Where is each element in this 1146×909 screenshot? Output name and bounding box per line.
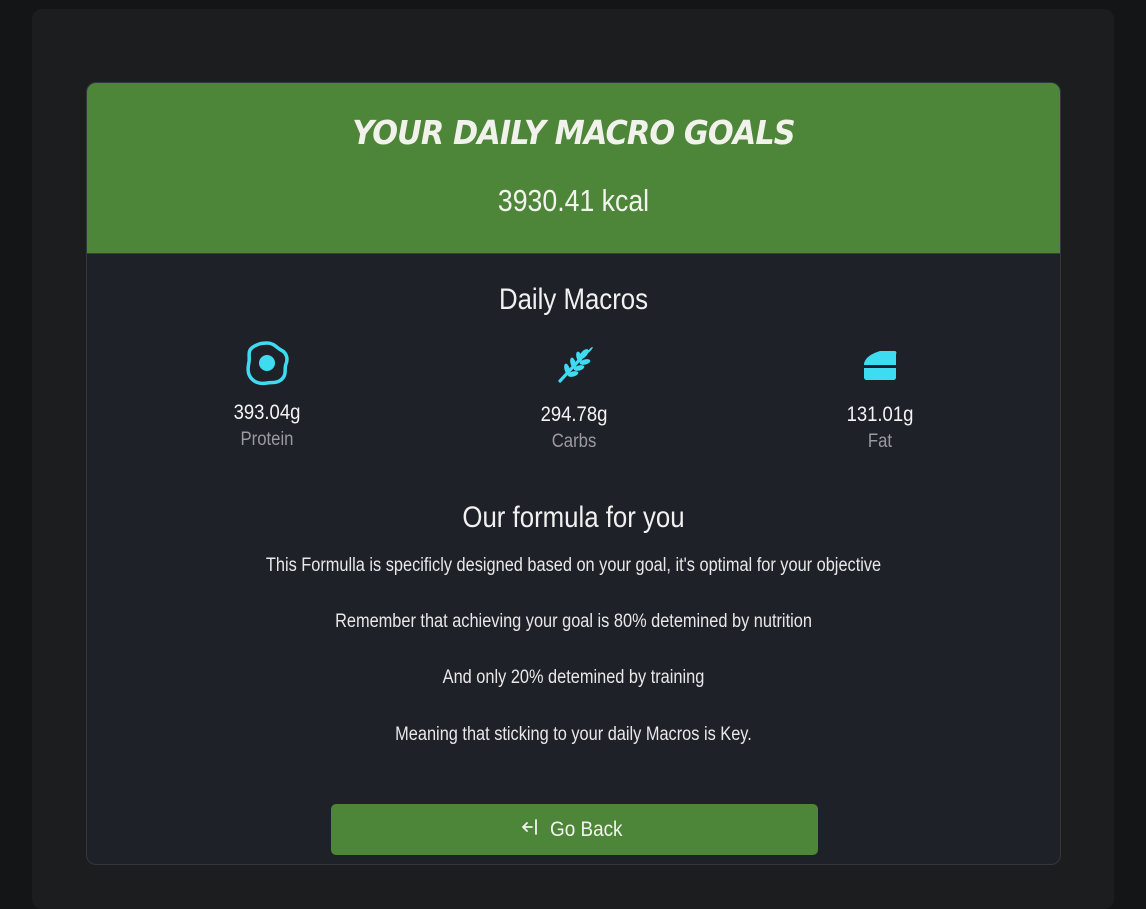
fat-value: 131.01g	[846, 403, 914, 426]
card-header: YOUR DAILY MACRO GOALS 3930.41 kcal	[87, 83, 1060, 254]
macro-protein: 393.04g Protein	[177, 341, 357, 451]
carbs-label: Carbs	[551, 431, 597, 452]
protein-label: Protein	[240, 429, 294, 450]
protein-value: 393.04g	[233, 401, 301, 424]
macro-goals-card: YOUR DAILY MACRO GOALS 3930.41 kcal Dail…	[86, 82, 1061, 865]
daily-macros-heading: Daily Macros	[498, 283, 649, 316]
page-title: YOUR DAILY MACRO GOALS	[352, 113, 795, 152]
formula-paragraph: And only 20% detemined by training	[442, 667, 705, 688]
fat-label: Fat	[867, 431, 893, 452]
arrow-left-to-line-icon	[522, 818, 538, 841]
formula-heading: Our formula for you	[462, 501, 685, 534]
calorie-total: 3930.41 kcal	[497, 183, 650, 218]
macro-fat: 131.01g Fat	[790, 343, 970, 453]
formula-paragraph: This Formulla is specificly designed bas…	[265, 555, 882, 576]
wheat-icon	[484, 343, 664, 387]
formula-paragraph: Remember that achieving your goal is 80%…	[335, 611, 812, 632]
egg-icon	[177, 341, 357, 386]
go-back-label: Go Back	[550, 817, 623, 841]
go-back-button[interactable]: Go Back	[331, 804, 818, 855]
formula-paragraph: Meaning that sticking to your daily Macr…	[395, 724, 752, 745]
cheese-icon	[790, 343, 970, 387]
carbs-value: 294.78g	[540, 403, 608, 426]
macro-carbs: 294.78g Carbs	[484, 343, 664, 453]
